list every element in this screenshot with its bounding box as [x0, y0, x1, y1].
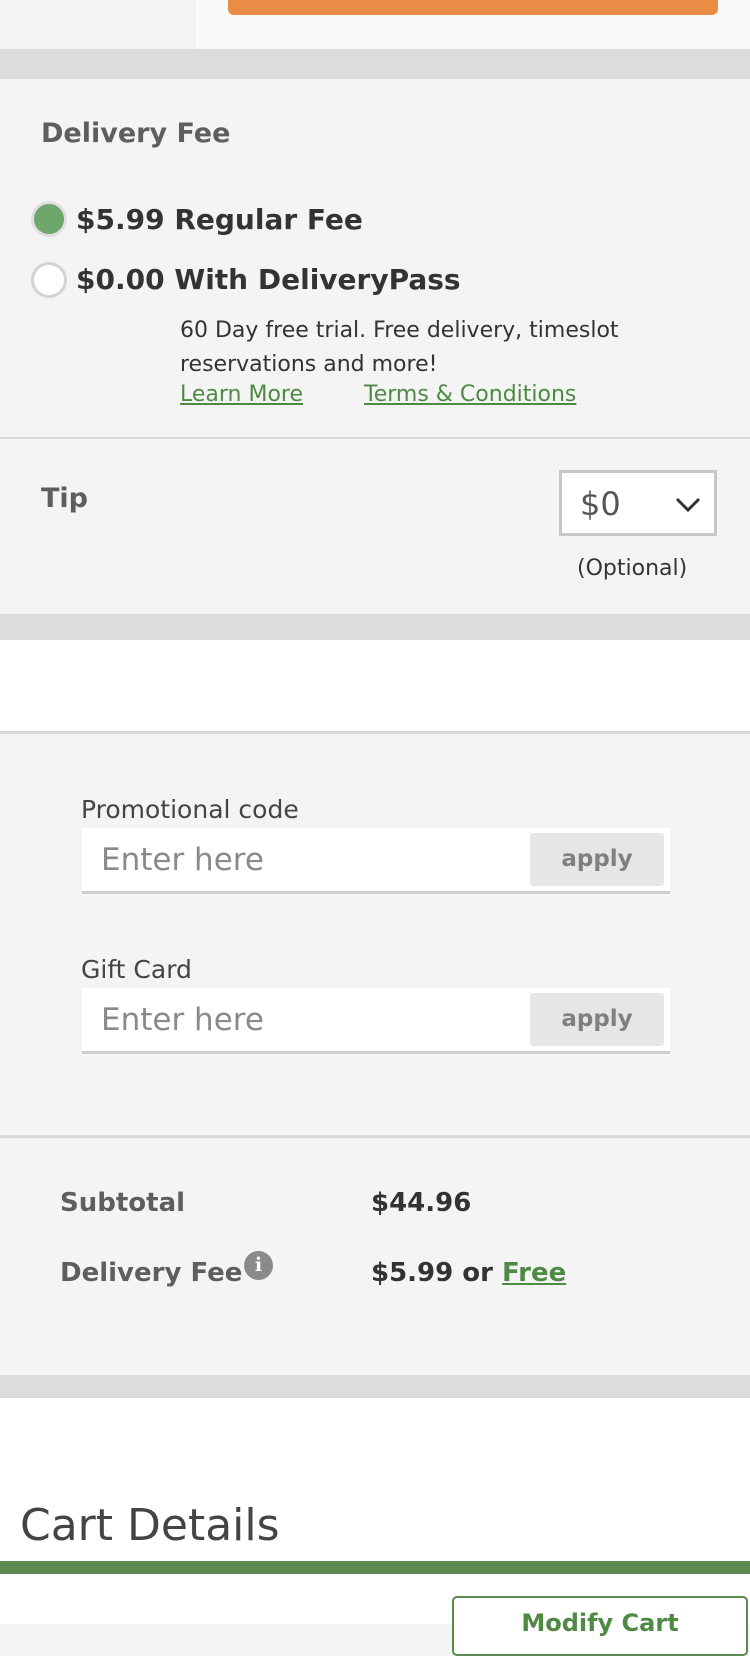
cart-details-title: Cart Details [20, 1500, 280, 1551]
cart-title-underline [0, 1561, 750, 1574]
learn-more-link[interactable]: Learn More [180, 382, 303, 407]
divider [0, 1135, 750, 1138]
checkout-button[interactable] [228, 0, 718, 15]
section-separator [0, 49, 750, 79]
deliverypass-description: 60 Day free trial. Free delivery, timesl… [180, 318, 619, 377]
info-icon[interactable]: i [244, 1251, 273, 1280]
spacer-block [0, 640, 750, 732]
tip-optional-note: (Optional) [577, 556, 688, 581]
promo-apply-button[interactable]: apply [530, 833, 664, 886]
terms-link[interactable]: Terms & Conditions [364, 382, 576, 407]
summary-delivery-fee-label: Delivery Fee [60, 1258, 243, 1288]
divider [0, 437, 750, 439]
gift-card-apply-button[interactable]: apply [530, 993, 664, 1046]
top-left-panel [0, 0, 196, 49]
free-delivery-link[interactable]: Free [502, 1258, 566, 1288]
section-separator [0, 1375, 750, 1398]
section-separator [0, 614, 750, 640]
tip-title: Tip [41, 483, 88, 514]
radio-regular-fee[interactable] [31, 201, 67, 237]
modify-cart-button[interactable]: Modify Cart [452, 1596, 748, 1656]
subtotal-value: $44.96 [371, 1188, 472, 1218]
delivery-fee-title: Delivery Fee [41, 118, 231, 149]
gift-card-field[interactable]: Enter here apply [82, 988, 670, 1054]
delivery-fee-amount: $5.99 or [371, 1258, 493, 1288]
regular-fee-label[interactable]: $5.99 Regular Fee [76, 203, 363, 236]
divider [0, 731, 750, 734]
subtotal-label: Subtotal [60, 1188, 186, 1218]
gift-card-input[interactable]: Enter here [101, 1002, 264, 1038]
promo-code-label: Promotional code [81, 795, 299, 824]
tip-value: $0 [580, 485, 621, 523]
radio-deliverypass[interactable] [31, 262, 67, 298]
summary-delivery-fee-value: $5.99 or Free [371, 1258, 566, 1288]
promo-code-field[interactable]: Enter here apply [82, 828, 670, 894]
deliverypass-label[interactable]: $0.00 With DeliveryPass [76, 263, 461, 296]
tip-select[interactable]: $0 [559, 470, 717, 536]
gift-card-label: Gift Card [81, 955, 192, 984]
chevron-down-icon [675, 497, 701, 513]
promo-code-input[interactable]: Enter here [101, 842, 264, 878]
